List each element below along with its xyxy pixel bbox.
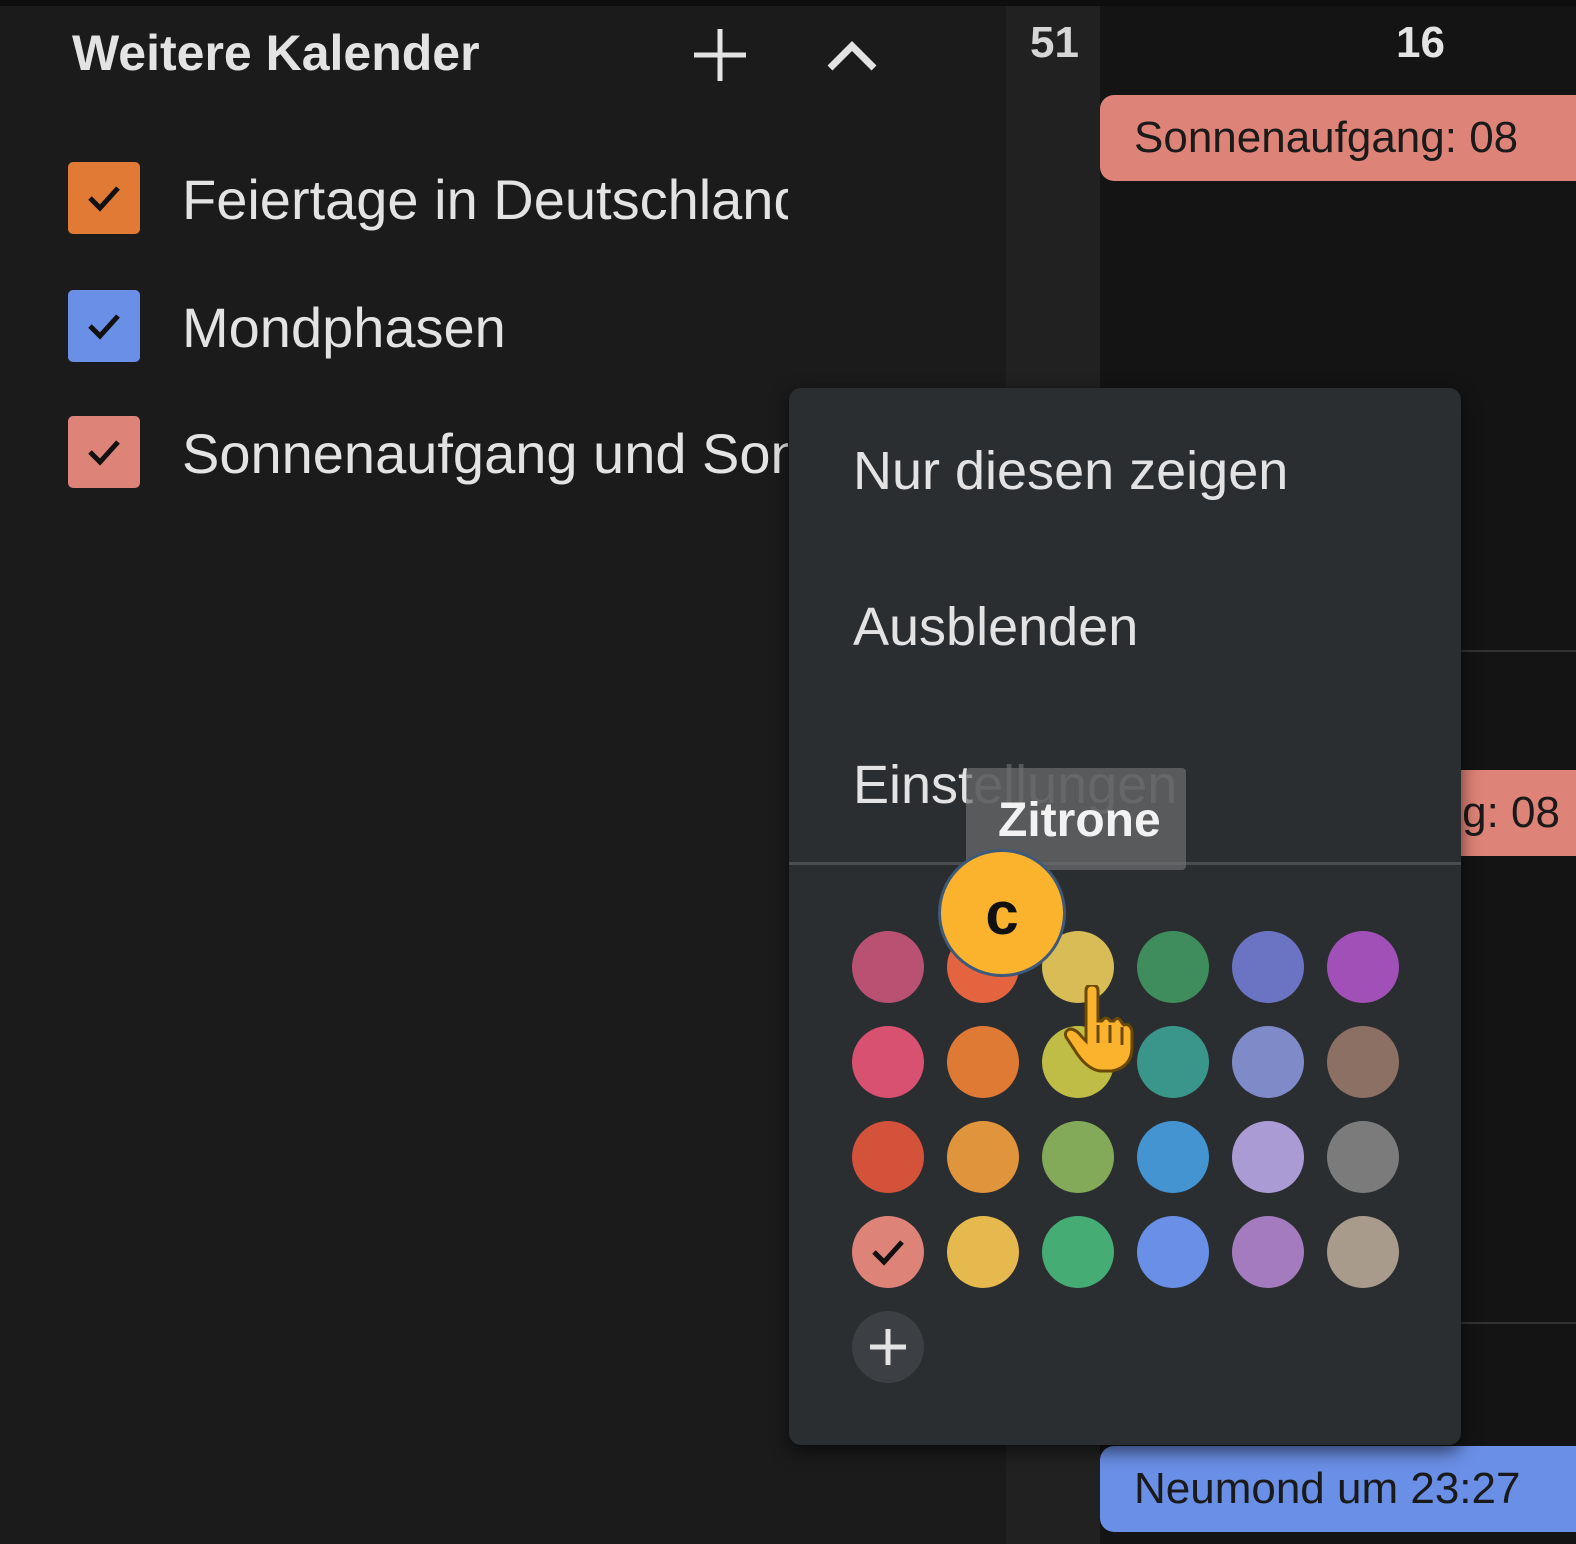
color-swatch[interactable] <box>1137 1026 1209 1098</box>
calendar-item-feiertage[interactable]: Feiertage in Deutschland <box>68 162 828 234</box>
color-swatch[interactable] <box>852 931 924 1003</box>
event-chip[interactable]: Sonnenaufgang: 08 <box>1100 95 1576 181</box>
color-swatch[interactable] <box>1232 1026 1304 1098</box>
color-swatch[interactable] <box>1137 1216 1209 1288</box>
week-number: 51 <box>1030 18 1079 67</box>
calendar-checkbox[interactable] <box>68 162 140 234</box>
color-swatch[interactable] <box>1137 1121 1209 1193</box>
calendar-checkbox[interactable] <box>68 290 140 362</box>
color-swatch[interactable] <box>852 1026 924 1098</box>
plus-icon <box>870 1329 906 1365</box>
check-icon <box>88 314 120 340</box>
check-icon <box>88 186 120 212</box>
color-swatch[interactable] <box>947 1216 1019 1288</box>
menu-item-show-only[interactable]: Nur diesen zeigen <box>853 440 1288 502</box>
color-swatch[interactable] <box>1042 1216 1114 1288</box>
calendar-checkbox[interactable] <box>68 416 140 488</box>
check-icon <box>88 440 120 466</box>
color-swatch[interactable] <box>1137 931 1209 1003</box>
color-swatch[interactable] <box>947 1121 1019 1193</box>
add-calendar-icon[interactable] <box>690 25 750 85</box>
color-swatch[interactable] <box>1232 931 1304 1003</box>
color-swatch[interactable] <box>852 1121 924 1193</box>
tooltip-label: Zitrone <box>998 794 1161 847</box>
color-swatch[interactable] <box>1232 1216 1304 1288</box>
event-chip[interactable]: Neumond um 23:27 <box>1100 1446 1576 1532</box>
calendar-label: Feiertage in Deutschland <box>182 168 788 231</box>
calendar-item-sonnenaufgang[interactable]: Sonnenaufgang und Sonnenuntergang <box>68 416 828 488</box>
color-swatch[interactable] <box>1232 1121 1304 1193</box>
calendar-label: Sonnenaufgang und Sonnenuntergang <box>182 422 788 485</box>
add-custom-color-button[interactable] <box>852 1311 924 1383</box>
hand-pointer-icon <box>1064 985 1134 1073</box>
check-icon <box>872 1240 904 1266</box>
color-swatch[interactable] <box>852 1216 924 1288</box>
color-swatch[interactable] <box>1327 1216 1399 1288</box>
menu-item-hide[interactable]: Ausblenden <box>853 596 1138 658</box>
color-swatch[interactable] <box>1042 1121 1114 1193</box>
calendar-label: Mondphasen <box>182 296 506 359</box>
calendar-options-menu: Nur diesen zeigen Ausblenden Einstellung… <box>789 388 1461 1445</box>
color-swatch[interactable] <box>1327 1121 1399 1193</box>
color-swatch[interactable] <box>947 1026 1019 1098</box>
color-swatch[interactable] <box>1327 931 1399 1003</box>
sidebar-title: Weitere Kalender <box>72 25 480 81</box>
calendar-item-mondphasen[interactable]: Mondphasen <box>68 290 828 362</box>
annotation-marker: c <box>938 849 1066 977</box>
chevron-up-icon[interactable] <box>822 30 882 80</box>
color-swatch[interactable] <box>1327 1026 1399 1098</box>
day-number[interactable]: 16 <box>1396 18 1445 68</box>
